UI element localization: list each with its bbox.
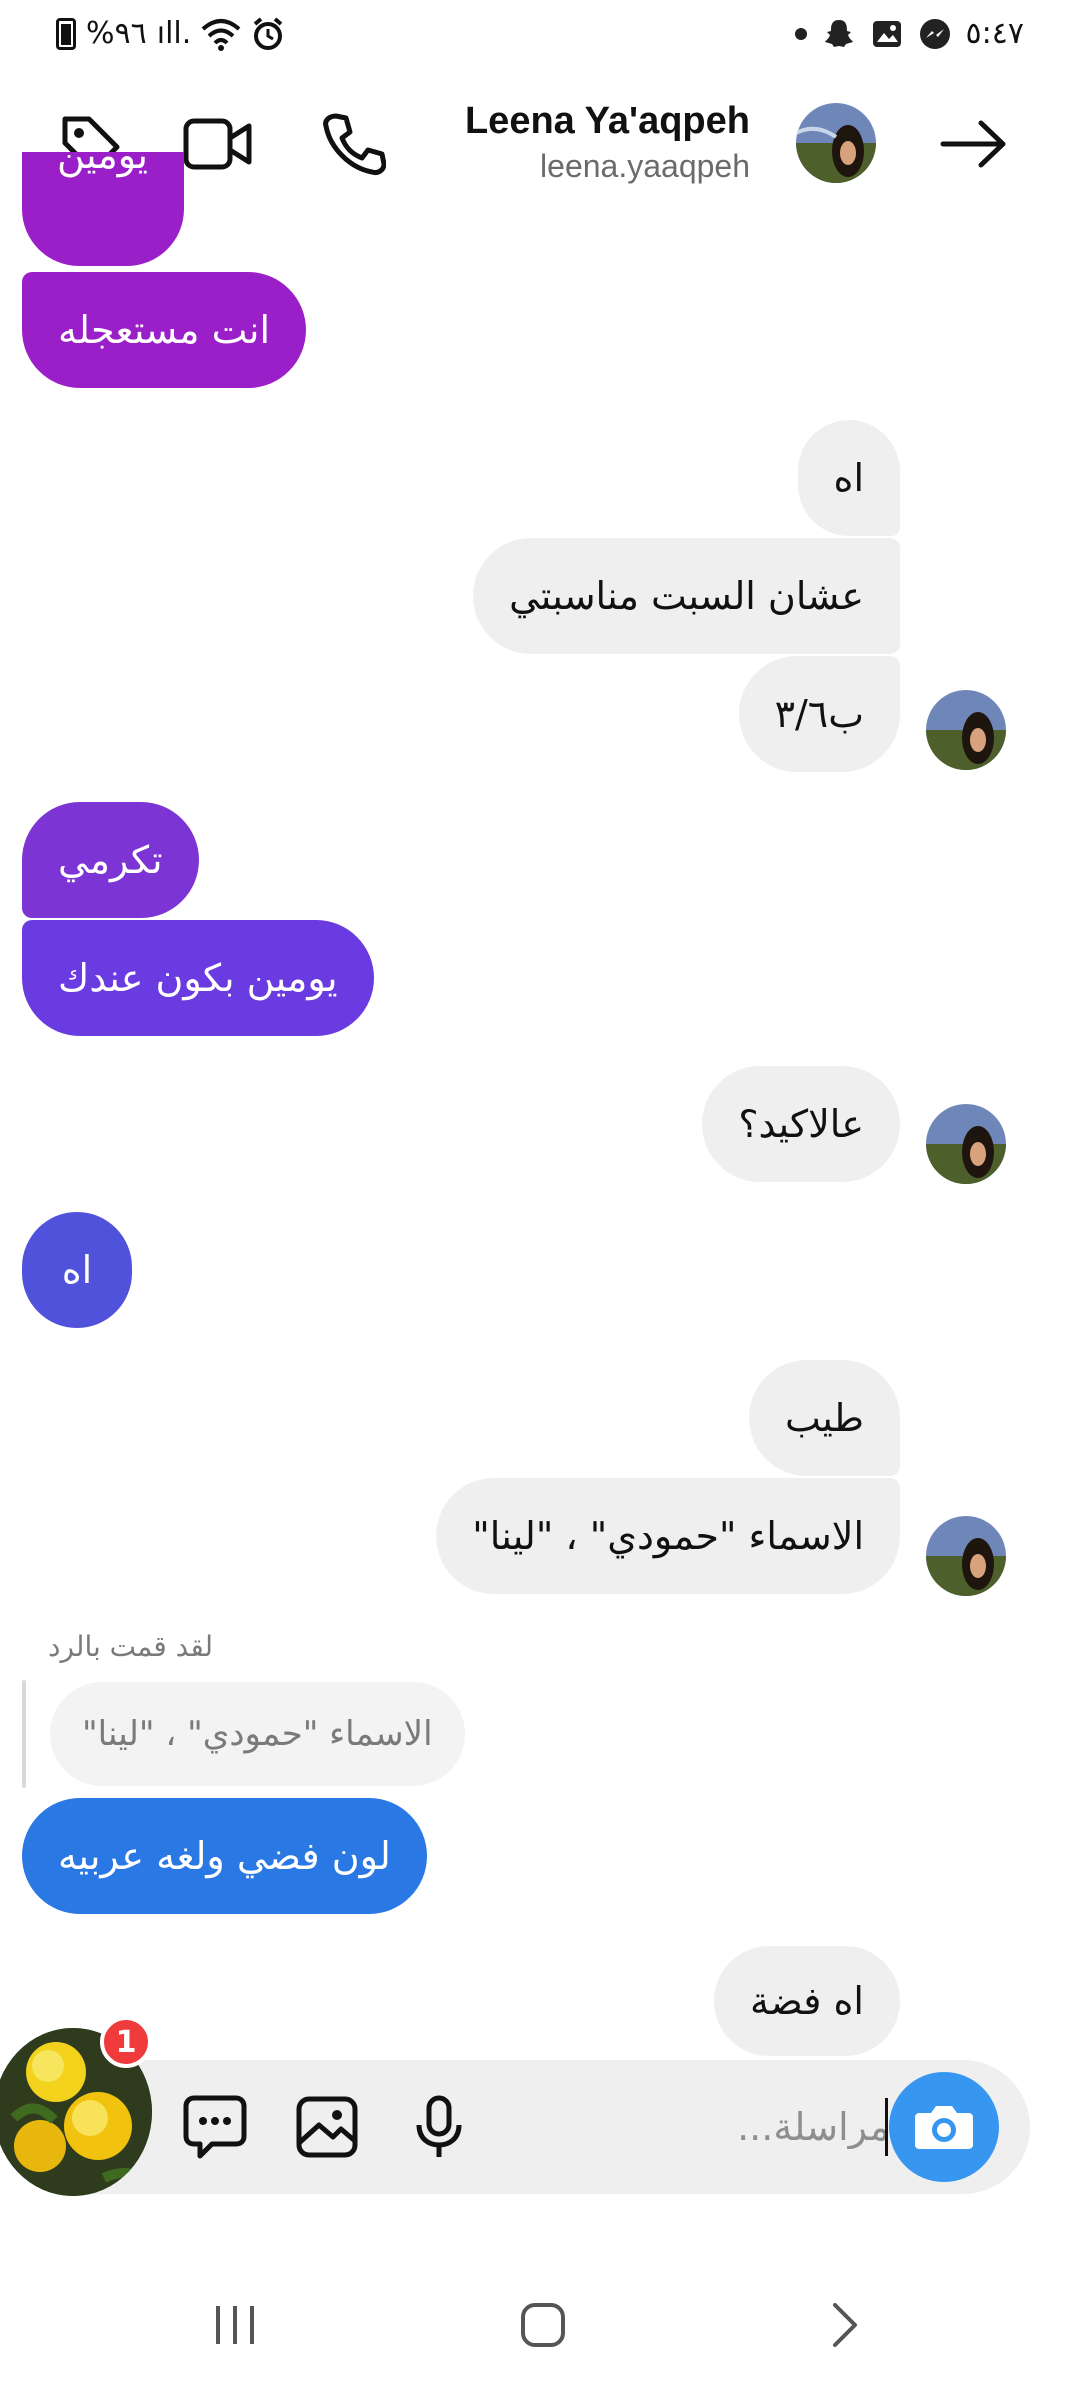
message-text: يومين <box>57 152 148 177</box>
gallery-icon <box>872 21 901 47</box>
message-text: انت مستعجله <box>58 308 271 352</box>
phone-icon[interactable] <box>316 106 392 182</box>
unread-badge: 1 <box>100 2016 152 2068</box>
message-bubble-out[interactable]: تكرمي <box>22 802 199 918</box>
video-call-icon[interactable] <box>180 106 256 182</box>
reply-label: لقد قمت بالرد <box>48 1630 214 1663</box>
message-bubble-in[interactable]: اه <box>797 420 900 536</box>
sticker-chat-icon[interactable] <box>170 2082 260 2172</box>
message-bubble-in[interactable]: عشان السبت مناسبتي <box>473 538 900 654</box>
clock: ٥:٤٧ <box>965 16 1024 51</box>
message-bubble-in[interactable]: عالاكيد؟ <box>702 1066 900 1182</box>
camera-button[interactable] <box>889 2072 999 2182</box>
signal-icon: ıll. <box>156 16 192 51</box>
message-text: تكرمي <box>58 838 163 882</box>
message-bubble-in[interactable]: الاسماء "حمودي" ، "لينا" <box>436 1478 900 1594</box>
messenger-icon <box>919 19 950 49</box>
message-bubble-out[interactable]: يومين <box>22 152 184 266</box>
dot-icon <box>794 28 807 40</box>
image-icon[interactable] <box>282 2082 372 2172</box>
message-bubble-in[interactable]: اه فضة <box>713 1946 900 2056</box>
message-text: طيب <box>784 1396 864 1440</box>
message-text: يومين بكون عندك <box>58 956 338 1000</box>
wifi-icon <box>201 19 241 51</box>
message-text: اه <box>833 456 864 500</box>
status-right: ٥:٤٧ <box>794 14 1024 54</box>
message-input[interactable] <box>600 2097 890 2157</box>
message-bubble-out[interactable]: لون فضي ولغه عربيه <box>22 1798 427 1914</box>
microphone-icon[interactable] <box>394 2082 484 2172</box>
contact-handle[interactable]: leena.yaaqpeh <box>540 148 750 185</box>
camera-icon <box>915 2106 973 2149</box>
status-left: %٩٦ ıll. <box>56 14 285 54</box>
sender-avatar[interactable] <box>926 1104 1006 1184</box>
forward-arrow-icon[interactable] <box>936 106 1012 182</box>
system-nav-bar <box>0 2230 1080 2408</box>
contact-avatar[interactable] <box>796 103 876 183</box>
sender-avatar[interactable] <box>926 690 1006 770</box>
snapchat-icon <box>824 20 853 47</box>
message-text: عشان السبت مناسبتي <box>509 574 864 618</box>
message-text: لون فضي ولغه عربيه <box>58 1834 391 1878</box>
alarm-icon <box>254 17 283 50</box>
sender-avatar[interactable] <box>926 1516 1006 1596</box>
contact-name[interactable]: Leena Ya'aqpeh <box>465 100 750 143</box>
message-bubble-out[interactable]: انت مستعجله <box>22 272 307 388</box>
message-bubble-in[interactable]: ب٣/٦ <box>738 656 900 772</box>
home-icon[interactable] <box>498 2290 588 2360</box>
message-bubble-out[interactable]: يومين بكون عندك <box>22 920 374 1036</box>
reply-indicator <box>22 1680 26 1788</box>
back-icon[interactable] <box>800 2290 890 2360</box>
message-text: ب٣/٦ <box>774 692 864 736</box>
message-bubble-out[interactable]: اه <box>22 1212 132 1328</box>
recent-apps-icon[interactable] <box>190 2290 280 2360</box>
message-text: اه فضة <box>749 1979 864 2023</box>
text-caret <box>885 2098 888 2156</box>
message-text: عالاكيد؟ <box>738 1102 864 1146</box>
message-bubble-in[interactable]: طيب <box>748 1360 900 1476</box>
reply-quote[interactable]: الاسماء "حمودي" ، "لينا" <box>50 1682 465 1786</box>
battery-icon <box>56 18 76 50</box>
message-text: اه <box>61 1248 93 1292</box>
status-bar: %٩٦ ıll. ٥:٤٧ <box>0 0 1080 72</box>
message-text: الاسماء "حمودي" ، "لينا" <box>472 1514 864 1558</box>
battery-percent: %٩٦ <box>86 16 147 51</box>
